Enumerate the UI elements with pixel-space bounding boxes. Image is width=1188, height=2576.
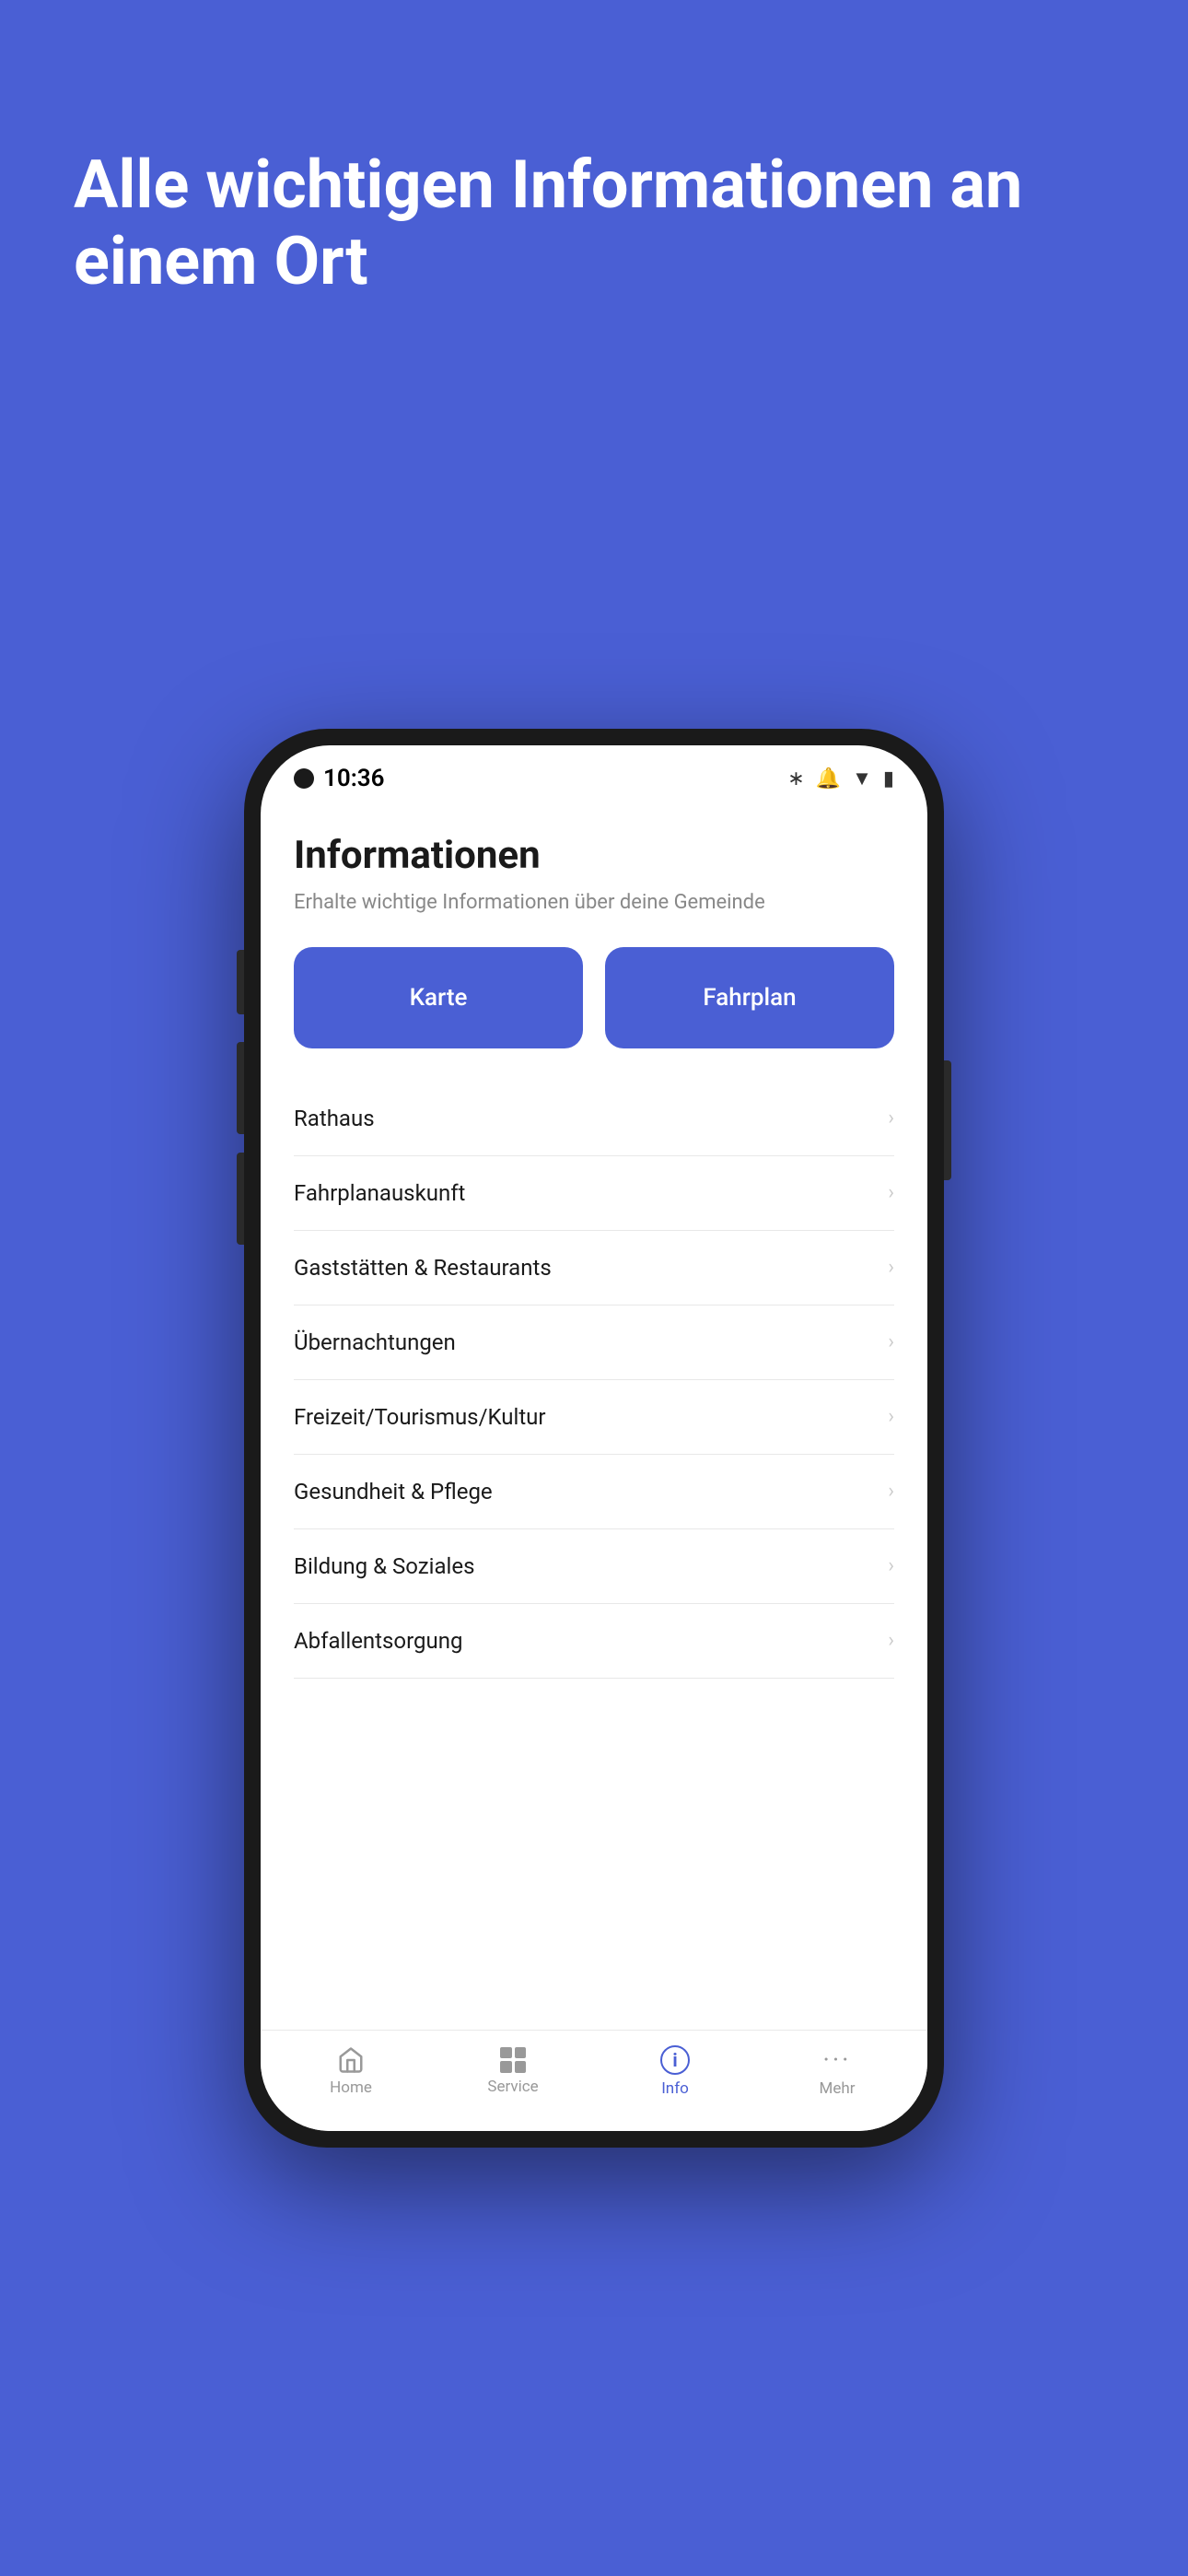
list-item-ubernachtungen[interactable]: Übernachtungen › [294, 1306, 894, 1380]
mehr-dots-icon: ··· [823, 2044, 852, 2075]
chevron-right-icon: › [888, 1480, 894, 1503]
phone-screen: 10:36 ∗ 🔔 ▼ ▮ Informationen Erhalte wich… [261, 745, 927, 2131]
karte-label: Karte [410, 984, 468, 1012]
nav-home-label: Home [330, 2078, 372, 2097]
list-item-bildung-label: Bildung & Soziales [294, 1553, 474, 1579]
phone-button-power [944, 1060, 951, 1180]
app-content: Informationen Erhalte wichtige Informati… [261, 805, 927, 2030]
chevron-right-icon: › [888, 1107, 894, 1130]
list-item-gaststatten-label: Gaststätten & Restaurants [294, 1255, 552, 1281]
wifi-icon: ▼ [852, 767, 872, 790]
list-item-fahrplanauskunft-label: Fahrplanauskunft [294, 1180, 465, 1206]
phone-button-volume-down [237, 1042, 244, 1134]
info-icon: i [660, 2045, 690, 2075]
nav-item-home[interactable]: Home [270, 2046, 432, 2097]
phone-frame: 10:36 ∗ 🔔 ▼ ▮ Informationen Erhalte wich… [244, 729, 944, 2148]
list-item-rathaus[interactable]: Rathaus › [294, 1082, 894, 1156]
list-item-freizeit-label: Freizeit/Tourismus/Kultur [294, 1404, 546, 1430]
service-grid-icon [500, 2047, 526, 2073]
nav-mehr-label: Mehr [820, 2079, 856, 2098]
app-subtitle: Erhalte wichtige Informationen über dein… [294, 891, 894, 914]
camera-icon [294, 768, 314, 789]
nav-service-label: Service [487, 2078, 538, 2096]
list-item-gesundheit-label: Gesundheit & Pflege [294, 1479, 493, 1505]
battery-icon: ▮ [883, 767, 894, 790]
fahrplan-label: Fahrplan [703, 984, 796, 1012]
phone-button-volume-up [237, 950, 244, 1014]
list-item-ubernachtungen-label: Übernachtungen [294, 1329, 456, 1355]
list-item-abfall-label: Abfallentsorgung [294, 1628, 462, 1654]
status-bar: 10:36 ∗ 🔔 ▼ ▮ [261, 745, 927, 805]
chevron-right-icon: › [888, 1330, 894, 1353]
chevron-right-icon: › [888, 1405, 894, 1428]
chevron-right-icon: › [888, 1256, 894, 1279]
bluetooth-icon: ∗ [787, 767, 804, 790]
chevron-right-icon: › [888, 1181, 894, 1204]
status-icons: ∗ 🔔 ▼ ▮ [787, 767, 894, 790]
nav-item-service[interactable]: Service [432, 2047, 594, 2096]
nav-info-label: Info [661, 2079, 689, 2098]
silent-icon: 🔔 [816, 767, 841, 790]
list-item-abfall[interactable]: Abfallentsorgung › [294, 1604, 894, 1679]
nav-item-mehr[interactable]: ··· Mehr [756, 2044, 918, 2098]
phone-button-mute [237, 1153, 244, 1245]
nav-item-info[interactable]: i Info [594, 2045, 756, 2098]
list-item-gaststatten[interactable]: Gaststätten & Restaurants › [294, 1231, 894, 1306]
status-time: 10:36 [323, 765, 385, 792]
list-item-bildung[interactable]: Bildung & Soziales › [294, 1529, 894, 1604]
list-item-rathaus-label: Rathaus [294, 1106, 375, 1131]
list-item-fahrplanauskunft[interactable]: Fahrplanauskunft › [294, 1156, 894, 1231]
chevron-right-icon: › [888, 1554, 894, 1577]
app-title: Informationen [294, 833, 894, 878]
karte-button[interactable]: Karte [294, 947, 583, 1048]
hero-title: Alle wichtigen Informationen an einem Or… [74, 147, 1114, 300]
quick-actions-row: Karte Fahrplan [294, 947, 894, 1048]
list-item-freizeit[interactable]: Freizeit/Tourismus/Kultur › [294, 1380, 894, 1455]
status-time-area: 10:36 [294, 765, 385, 792]
list-item-gesundheit[interactable]: Gesundheit & Pflege › [294, 1455, 894, 1529]
bottom-nav: Home Service i Info [261, 2030, 927, 2131]
home-icon [337, 2046, 365, 2074]
phone-mockup: 10:36 ∗ 🔔 ▼ ▮ Informationen Erhalte wich… [0, 356, 1188, 2576]
info-list: Rathaus › Fahrplanauskunft › Gaststätten… [294, 1082, 894, 2030]
fahrplan-button[interactable]: Fahrplan [605, 947, 894, 1048]
chevron-right-icon: › [888, 1629, 894, 1652]
hero-section: Alle wichtigen Informationen an einem Or… [0, 0, 1188, 356]
